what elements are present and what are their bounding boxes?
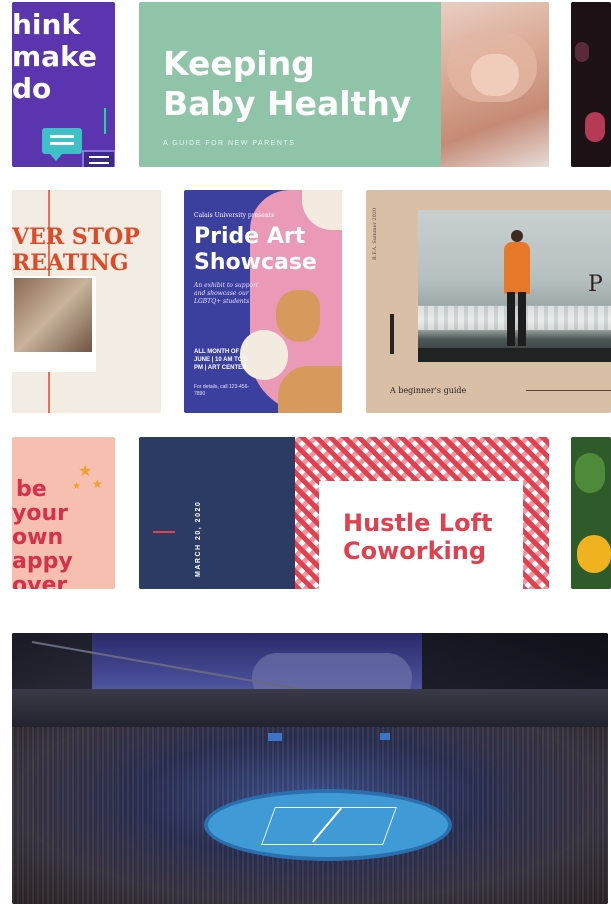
card-title: Hustle Loft [343,509,493,537]
scoreboard-icon [380,733,390,740]
card-title: Showcase [194,250,317,275]
star-icon: ★ [72,481,81,492]
template-card-be-your-own-happy[interactable]: be your own appy over ★ ★ ★ [12,437,115,589]
star-icon: ★ [92,477,103,491]
star-icon: ★ [78,463,93,480]
tan-blob-shape [276,290,320,342]
card-title: Keeping [163,44,315,83]
template-card-dark-floral[interactable] [571,2,611,167]
card-title: Coworking [343,537,487,565]
template-card-citrus[interactable] [571,437,611,589]
card-title-line: hink [12,8,81,41]
card-title-line: be [16,477,47,502]
card-title: Baby Healthy [163,84,412,123]
presenter-text: Calais University presents [194,212,275,219]
template-card-never-stop-creating[interactable]: VER STOP REATING [12,190,161,413]
hiker-figure [502,230,532,348]
upper-stand-lights [12,689,608,729]
card-title: Pride Art [194,224,306,249]
template-card-baby-healthy[interactable]: Keeping Baby Healthy A GUIDE FOR NEW PAR… [139,2,549,167]
stadium-photo [12,633,608,904]
partial-title-letter: P [588,272,603,297]
contact-text: For details, call 123-456-7890 [194,384,250,397]
card-title-line: make [12,40,97,73]
scoreboard-icon [268,733,282,741]
studio-photo [12,276,96,372]
template-card-think-make-do[interactable]: hink make do [12,2,115,167]
card-blurb: An exhibit to support and showcase our L… [194,282,259,305]
accent-bar [390,314,394,354]
side-label: B.F.A. Summer 2020 [372,207,378,260]
hiker-photo [418,210,611,362]
card-title-line: your [12,501,68,526]
card-title-line: over [12,573,68,589]
tan-bottom-shape [278,366,342,413]
card-title-line: appy [12,549,73,574]
card-title-line: REATING [12,250,129,276]
figure-doodle-icon [104,108,115,134]
tennis-court [208,793,448,857]
card-title-line: VER STOP [12,224,140,250]
card-title-line: do [12,72,52,105]
date-label: MARCH 20, 2020 [195,500,202,577]
template-card-pride-art-showcase[interactable]: Calais University presents Pride Art Sho… [184,190,342,413]
card-title-line: own [12,525,64,550]
card-caption: A beginner's guide [390,386,467,395]
hands-photo [441,2,549,167]
template-card-beginners-guide[interactable]: B.F.A. Summer 2020 P A beginner's guide [366,190,611,413]
accent-dash [153,531,175,533]
caption-rule [526,390,611,391]
event-details: ALL MONTH OF JUNE | 10 AM TO 5 PM | ART … [194,349,248,371]
card-subtitle: A GUIDE FOR NEW PARENTS [163,140,296,147]
court-lines [261,807,397,845]
document-icon [82,150,115,167]
chat-bubble-icon [42,128,82,161]
template-card-hustle-loft[interactable]: MARCH 20, 2020 Hustle Loft Coworking [139,437,549,589]
